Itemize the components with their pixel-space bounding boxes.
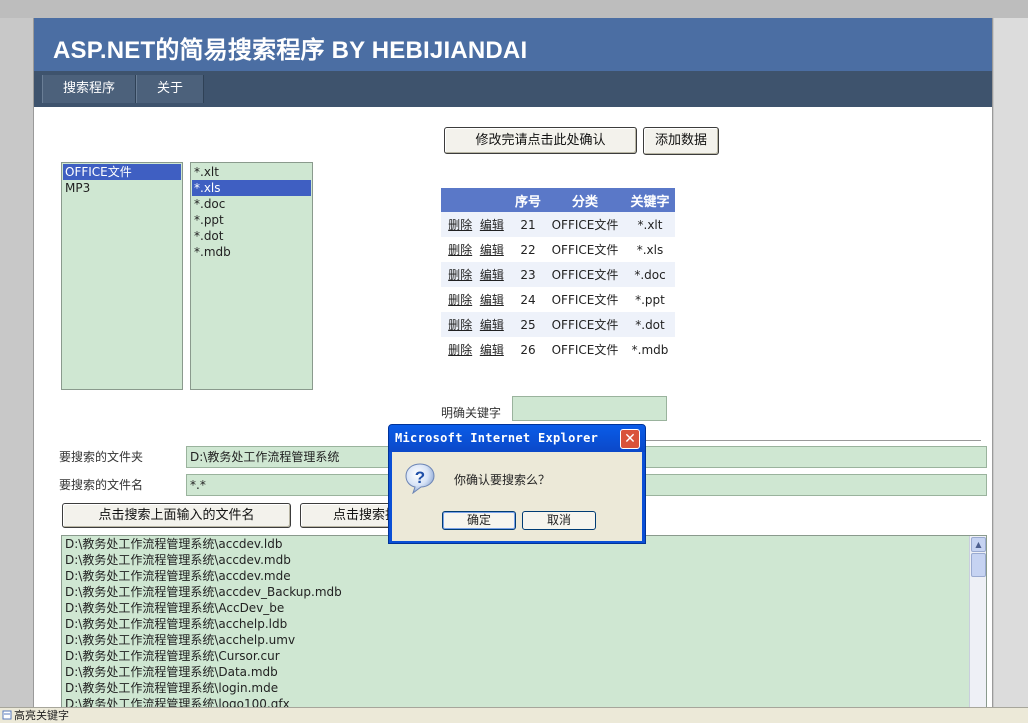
cell-category: OFFICE文件: [551, 343, 619, 357]
window-top-strip: [0, 0, 1028, 18]
cell-keyword: *.mdb: [631, 342, 669, 357]
cell-id: 26: [520, 342, 536, 357]
svg-text:?: ?: [415, 468, 425, 487]
column-header-category: 分类: [545, 188, 625, 212]
dialog-titlebar[interactable]: Microsoft Internet Explorer ✕: [389, 425, 645, 452]
result-item[interactable]: D:\教务处工作流程管理系统\login.mde: [62, 680, 986, 696]
column-header-id: 序号: [511, 188, 545, 212]
keyword-label: 明确关键字: [441, 406, 502, 420]
confirm-changes-button[interactable]: 修改完请点击此处确认: [444, 127, 637, 154]
filename-label: 要搜索的文件名: [59, 478, 144, 492]
page-container: ASP.NET的简易搜索程序 BY HEBIJIANDAI 搜索程序 关于 修改…: [33, 18, 993, 723]
keyword-input[interactable]: [512, 396, 667, 421]
keyword-table: 序号 分类 关键字 删除 编辑 21 OFFICE文件 *.xlt 删除 编辑 …: [441, 188, 675, 362]
result-item[interactable]: D:\教务处工作流程管理系统\acchelp.umv: [62, 632, 986, 648]
scroll-up-arrow-icon[interactable]: ▲: [971, 537, 986, 552]
question-icon: ?: [405, 463, 435, 494]
dialog-title: Microsoft Internet Explorer: [395, 431, 599, 445]
cell-id: 25: [511, 312, 545, 337]
scroll-thumb[interactable]: [971, 553, 986, 577]
page-header: ASP.NET的简易搜索程序 BY HEBIJIANDAI: [34, 18, 992, 71]
table-row: 删除 编辑 26 OFFICE文件 *.mdb: [441, 337, 675, 362]
extension-option[interactable]: *.mdb: [192, 244, 311, 260]
result-item[interactable]: D:\教务处工作流程管理系统\Data.mdb: [62, 664, 986, 680]
category-option[interactable]: MP3: [63, 180, 181, 196]
table-row: 删除 编辑 23 OFFICE文件 *.doc: [441, 262, 675, 287]
result-item[interactable]: D:\教务处工作流程管理系统\accdev_Backup.mdb: [62, 584, 986, 600]
delete-link[interactable]: 删除: [448, 343, 472, 357]
ok-button[interactable]: 确定: [442, 511, 516, 530]
category-option[interactable]: OFFICE文件: [63, 164, 181, 180]
table-row: 删除 编辑 22 OFFICE文件 *.xls: [441, 237, 675, 262]
extension-option[interactable]: *.xls: [192, 180, 311, 196]
table-row: 删除 编辑 25 OFFICE文件 *.dot: [441, 312, 675, 337]
status-bar: 高亮关键字: [0, 707, 1028, 723]
add-data-button[interactable]: 添加数据: [643, 127, 719, 155]
delete-link[interactable]: 删除: [448, 268, 472, 282]
edit-link[interactable]: 编辑: [480, 218, 504, 232]
folder-label: 要搜索的文件夹: [59, 450, 144, 464]
extension-option[interactable]: *.ppt: [192, 212, 311, 228]
cell-id: 21: [511, 212, 545, 237]
delete-link[interactable]: 删除: [448, 218, 472, 232]
cell-id: 22: [520, 242, 536, 257]
result-item[interactable]: D:\教务处工作流程管理系统\accdev.mdb: [62, 552, 986, 568]
results-listbox[interactable]: D:\教务处工作流程管理系统\accdev.ldb D:\教务处工作流程管理系统…: [61, 535, 987, 723]
result-item[interactable]: D:\教务处工作流程管理系统\acchelp.ldb: [62, 616, 986, 632]
tab-about[interactable]: 关于: [136, 75, 204, 103]
search-filename-button[interactable]: 点击搜索上面输入的文件名: [62, 503, 291, 528]
extension-option[interactable]: *.xlt: [192, 164, 311, 180]
cancel-button[interactable]: 取消: [522, 511, 596, 530]
cell-category: OFFICE文件: [551, 243, 619, 257]
cell-keyword: *.ppt: [635, 292, 665, 307]
cell-category: OFFICE文件: [545, 212, 625, 237]
column-header-keyword: 关键字: [625, 188, 675, 212]
extension-option[interactable]: *.doc: [192, 196, 311, 212]
results-scrollbar[interactable]: ▲: [969, 536, 986, 723]
edit-link[interactable]: 编辑: [480, 318, 504, 332]
edit-link[interactable]: 编辑: [480, 293, 504, 307]
delete-link[interactable]: 删除: [448, 293, 472, 307]
edit-link[interactable]: 编辑: [480, 243, 504, 257]
category-listbox[interactable]: OFFICE文件 MP3: [61, 162, 183, 390]
page-icon: [2, 710, 12, 720]
cell-keyword: *.dot: [625, 312, 675, 337]
extension-option[interactable]: *.dot: [192, 228, 311, 244]
cell-id: 24: [520, 292, 536, 307]
cell-category: OFFICE文件: [545, 312, 625, 337]
dialog-message: 你确认要搜索么？: [454, 473, 551, 487]
cell-keyword: *.xlt: [625, 212, 675, 237]
page-title: ASP.NET的简易搜索程序 BY HEBIJIANDAI: [53, 37, 528, 64]
cell-category: OFFICE文件: [545, 262, 625, 287]
nav-bar: 搜索程序 关于: [34, 71, 992, 107]
column-header-actions: [441, 188, 511, 212]
confirm-dialog: Microsoft Internet Explorer ✕ ? 你确认要搜索么？…: [388, 424, 646, 544]
table-row: 删除 编辑 21 OFFICE文件 *.xlt: [441, 212, 675, 237]
dialog-body: ? 你确认要搜索么？ 确定 取消: [392, 452, 642, 541]
delete-link[interactable]: 删除: [448, 318, 472, 332]
delete-link[interactable]: 删除: [448, 243, 472, 257]
extension-listbox[interactable]: *.xlt *.xls *.doc *.ppt *.dot *.mdb: [190, 162, 313, 390]
cell-keyword: *.xls: [636, 242, 664, 257]
cell-id: 23: [511, 262, 545, 287]
result-item[interactable]: D:\教务处工作流程管理系统\AccDev_be: [62, 600, 986, 616]
window-right-margin: [994, 18, 1028, 723]
status-text: 高亮关键字: [14, 709, 69, 722]
edit-link[interactable]: 编辑: [480, 343, 504, 357]
cell-keyword: *.doc: [625, 262, 675, 287]
result-item[interactable]: D:\教务处工作流程管理系统\Cursor.cur: [62, 648, 986, 664]
cell-category: OFFICE文件: [551, 293, 619, 307]
result-item[interactable]: D:\教务处工作流程管理系统\accdev.mde: [62, 568, 986, 584]
tab-search[interactable]: 搜索程序: [42, 75, 136, 103]
table-row: 删除 编辑 24 OFFICE文件 *.ppt: [441, 287, 675, 312]
edit-link[interactable]: 编辑: [480, 268, 504, 282]
close-icon[interactable]: ✕: [620, 429, 640, 449]
